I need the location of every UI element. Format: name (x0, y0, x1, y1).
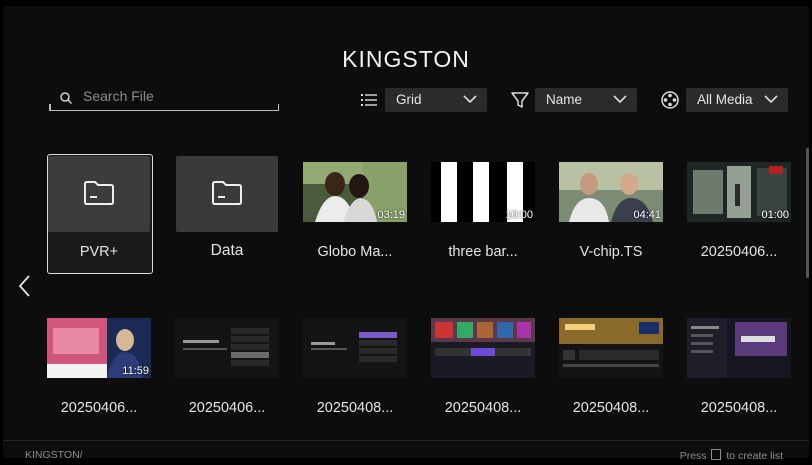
view-mode-value: Grid (396, 92, 422, 107)
thumbnail-image (175, 318, 279, 378)
video-thumbnail: 11:59 (47, 318, 151, 378)
video-duration: 03:19 (377, 209, 405, 221)
page-title: KINGSTON (342, 46, 470, 72)
video-thumbnail (431, 318, 535, 378)
scrollbar[interactable] (806, 148, 809, 278)
tile-label: three bar... (448, 244, 518, 260)
footer-hint: Press to create list (680, 449, 783, 462)
footer-bar: KINGSTON/ Press to create list (3, 440, 809, 465)
media-browser-screen: KINGSTON Search File Grid Name All Media (3, 6, 809, 462)
chevron-down-icon (463, 95, 477, 104)
thumbnail-image (559, 318, 663, 378)
menu-key-icon (711, 449, 722, 460)
sort-dropdown[interactable]: Name (535, 88, 637, 112)
breadcrumb: KINGSTON/ (25, 449, 83, 461)
tile-label: Data (210, 242, 244, 259)
sort-value: Name (546, 92, 583, 107)
video-thumbnail: 10:00 (431, 162, 535, 222)
media-type-value: All Media (697, 92, 753, 107)
search-placeholder: Search File (83, 88, 154, 104)
video-thumbnail (303, 318, 407, 378)
folder-thumbnail (176, 156, 278, 232)
tile-label: 20250406... (700, 244, 778, 260)
filter-icon (511, 92, 529, 108)
video-duration: 04:41 (633, 209, 661, 221)
folder-icon (212, 181, 242, 205)
tile-label: 20250406... (188, 400, 266, 416)
video-thumbnail: 01:00 (687, 162, 791, 222)
hint-prefix: Press (679, 450, 707, 462)
chevron-down-icon (764, 95, 778, 104)
media-type-dropdown[interactable]: All Media (686, 88, 788, 112)
search-input[interactable]: Search File (49, 86, 279, 111)
search-icon (60, 92, 73, 105)
video-duration: 01:00 (761, 209, 789, 221)
folder-icon (84, 181, 114, 205)
video-duration: 10:00 (505, 209, 533, 221)
tile-label: 20250408... (444, 400, 522, 416)
chevron-down-icon (613, 95, 627, 104)
video-thumbnail (687, 318, 791, 378)
video-thumbnail: 04:41 (559, 162, 663, 222)
thumbnail-image (431, 318, 535, 378)
tile-label: V-chip.TS (579, 244, 643, 260)
folder-thumbnail (48, 156, 150, 232)
thumbnail-image (687, 318, 791, 378)
chevron-left-icon[interactable] (17, 274, 33, 298)
film-reel-icon (661, 91, 679, 109)
tile-label: 20250408... (316, 400, 394, 416)
video-thumbnail: 03:19 (303, 162, 407, 222)
video-duration: 11:59 (122, 365, 149, 377)
tile-label: 20250406... (60, 400, 138, 416)
tile-label: PVR+ (79, 244, 119, 260)
tile-label: 20250408... (700, 400, 778, 416)
video-thumbnail (175, 318, 279, 378)
list-view-icon (361, 94, 377, 106)
tile-label: Globo Ma... (317, 244, 393, 260)
hint-suffix: to create list (726, 450, 783, 462)
video-thumbnail (559, 318, 663, 378)
thumbnail-image (303, 318, 407, 378)
view-mode-dropdown[interactable]: Grid (385, 88, 487, 112)
tile-label: 20250408... (572, 400, 650, 416)
